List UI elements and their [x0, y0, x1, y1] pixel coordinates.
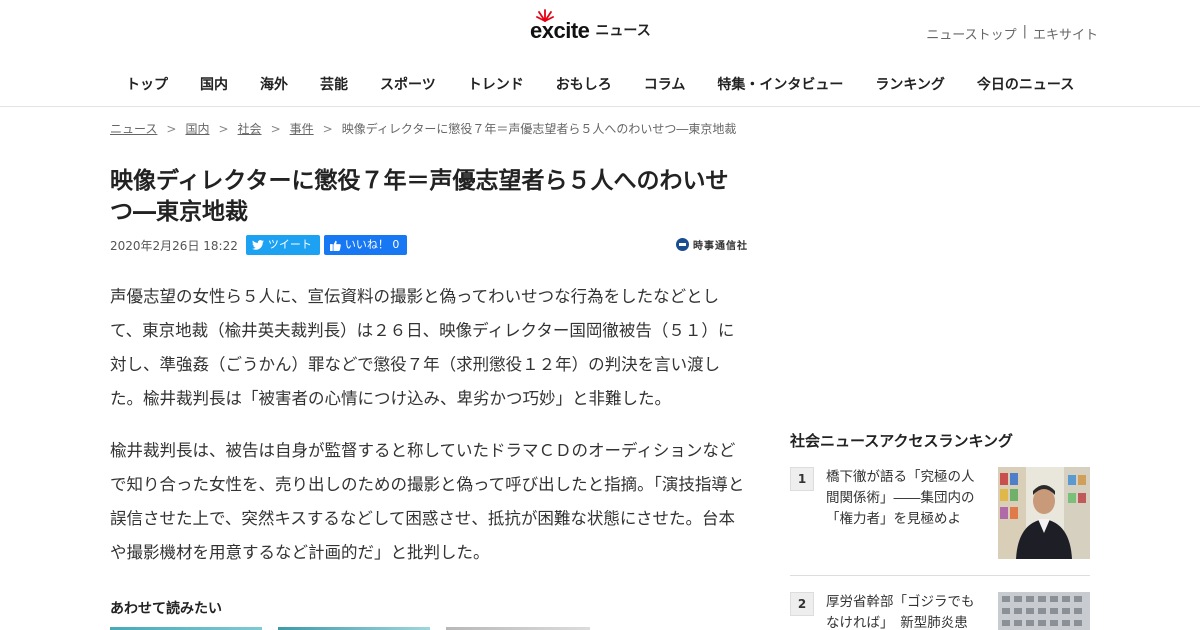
source-name: 時事通信社	[693, 241, 748, 252]
nav-item-domestic[interactable]: 国内	[184, 74, 244, 96]
article-date: 2020年2月26日 18:22	[110, 238, 238, 253]
article-paragraph: 声優志望の女性ら５人に、宣伝資料の撮影と偽ってわいせつな行為をしたなどとして、東…	[110, 287, 735, 408]
nav-item-ranking[interactable]: ランキング	[859, 74, 961, 96]
breadcrumb: ニュース > 国内 > 社会 > 事件 > 映像ディレクターに懲役７年＝声優志望…	[110, 120, 736, 137]
tweet-label: ツイート	[267, 238, 312, 251]
nav-item-column[interactable]: コラム	[628, 74, 702, 96]
link-excite[interactable]: エキサイト	[1033, 24, 1098, 43]
article-source[interactable]: 時事通信社	[676, 237, 748, 252]
nav-item-entertainment[interactable]: 芸能	[304, 74, 364, 96]
nav-item-today[interactable]: 今日のニュース	[961, 74, 1090, 96]
rank-number: 1	[790, 467, 814, 491]
nav-item-funny[interactable]: おもしろ	[540, 74, 628, 96]
ranking-divider	[790, 575, 1090, 576]
breadcrumb-separator: >	[322, 121, 333, 136]
nav-item-overseas[interactable]: 海外	[244, 74, 304, 96]
logo-subtitle: ニュース	[595, 23, 651, 39]
breadcrumb-domestic[interactable]: 国内	[185, 120, 209, 137]
ranking-thumbnail[interactable]	[998, 592, 1090, 630]
thumbs-up-icon	[329, 240, 341, 251]
breadcrumb-separator: >	[218, 121, 229, 136]
logo-burst-icon	[536, 9, 554, 22]
article-title: 映像ディレクターに懲役７年＝声優志望者ら５人へのわいせつ―東京地裁	[110, 168, 729, 225]
logo-wordmark: excite	[530, 9, 590, 44]
article-paragraph: 楡井裁判長は、被告は自身が監督すると称していたドラマＣＤのオーディションなどで知…	[110, 441, 745, 562]
nav-item-feature[interactable]: 特集・インタビュー	[701, 74, 859, 96]
top-links-separator: |	[1022, 24, 1027, 39]
ranking-title[interactable]: 厚労省幹部「ゴジラでもなければ」 新型肺炎患	[826, 592, 986, 630]
like-label: いいね！ 0	[344, 238, 400, 251]
breadcrumb-news[interactable]: ニュース	[110, 120, 157, 137]
ranking-heading: 社会ニュースアクセスランキング	[790, 432, 1014, 450]
site-header: excite ニュース ニューストップ | エキサイト トップ 国内 海外 芸能…	[0, 0, 1200, 107]
related-heading: あわせて読みたい	[110, 601, 222, 617]
portrait-photo-image	[998, 467, 1090, 559]
link-news-top[interactable]: ニューストップ	[926, 24, 1016, 43]
breadcrumb-separator: >	[270, 121, 281, 136]
main-nav: トップ 国内 海外 芸能 スポーツ トレンド おもしろ コラム 特集・インタビュ…	[110, 74, 1090, 96]
article-body: 声優志望の女性ら５人に、宣伝資料の撮影と偽ってわいせつな行為をしたなどとして、東…	[110, 280, 750, 588]
building-photo-image	[998, 592, 1090, 630]
like-button[interactable]: いいね！ 0	[323, 235, 408, 255]
top-links: ニューストップ | エキサイト	[926, 24, 1098, 43]
nav-item-sports[interactable]: スポーツ	[364, 74, 452, 96]
breadcrumb-current: 映像ディレクターに懲役７年＝声優志望者ら５人へのわいせつ―東京地裁	[341, 122, 737, 136]
jiji-logo-icon	[676, 238, 689, 251]
nav-item-trend[interactable]: トレンド	[452, 74, 540, 96]
breadcrumb-incident[interactable]: 事件	[290, 120, 314, 137]
nav-item-top[interactable]: トップ	[110, 74, 184, 96]
rank-number: 2	[790, 592, 814, 616]
site-logo[interactable]: excite ニュース	[530, 9, 651, 44]
article-meta: 2020年2月26日 18:22 ツイート いいね！ 0 時事通信社	[110, 235, 750, 255]
tweet-button[interactable]: ツイート	[245, 235, 320, 255]
breadcrumb-society[interactable]: 社会	[238, 120, 262, 137]
ranking-title[interactable]: 橋下徹が語る「究極の人間関係術」――集団内の「権力者」を見極めよ	[826, 467, 986, 530]
breadcrumb-separator: >	[166, 121, 177, 136]
ranking-thumbnail[interactable]	[998, 467, 1090, 559]
twitter-bird-icon	[251, 240, 264, 250]
